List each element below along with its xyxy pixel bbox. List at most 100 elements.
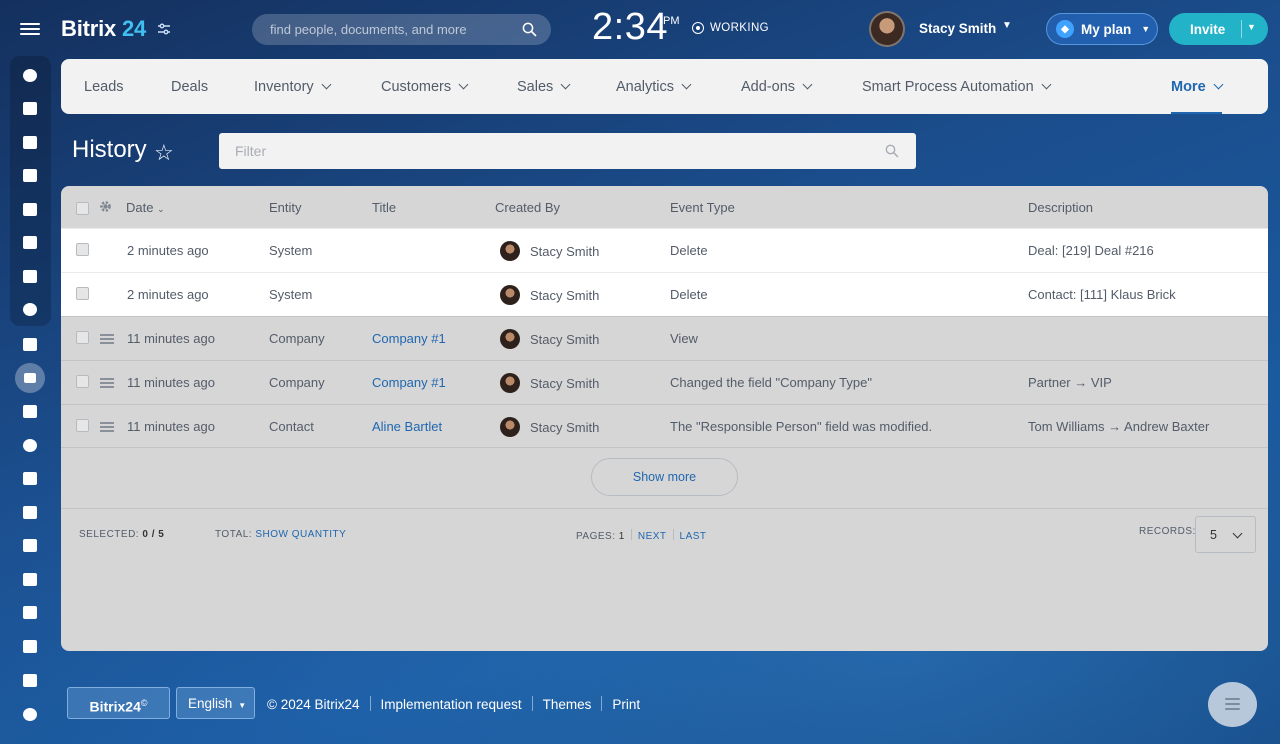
analytics-icon[interactable] (20, 569, 40, 589)
documents-icon[interactable] (20, 199, 40, 219)
search-input[interactable] (270, 14, 510, 45)
table-row[interactable]: 2 minutes ago System Stacy Smith Delete … (61, 272, 1268, 316)
print-link[interactable]: Print (612, 697, 640, 712)
user-name[interactable]: Stacy Smith (919, 21, 996, 36)
nav-item-more[interactable]: More (1171, 59, 1224, 114)
cart-icon[interactable] (20, 468, 40, 488)
cell-entity: System (269, 243, 313, 258)
chat-icon[interactable] (20, 132, 40, 152)
invite-button[interactable]: Invite ▼ (1169, 13, 1268, 45)
row-checkbox[interactable] (76, 375, 89, 388)
nav-item-sales[interactable]: Sales (517, 59, 571, 114)
table-row[interactable]: 11 minutes ago Company Company #1 Stacy … (61, 316, 1268, 360)
column-header-description[interactable]: Description (1028, 200, 1093, 215)
search-icon[interactable] (522, 22, 537, 37)
avatar (500, 241, 520, 261)
row-checkbox[interactable] (76, 419, 89, 432)
cell-event-type: View (670, 331, 698, 346)
cell-title-link[interactable]: Company #1 (372, 331, 446, 346)
tasks-icon[interactable] (20, 98, 40, 118)
nav-item-customers[interactable]: Customers (381, 59, 469, 114)
show-more-button[interactable]: Show more (591, 458, 738, 496)
gear-icon[interactable] (99, 200, 112, 213)
logo-settings-icon[interactable] (157, 22, 171, 36)
records-label: RECORDS: (1139, 526, 1196, 537)
table-row[interactable]: 2 minutes ago System Stacy Smith Delete … (61, 228, 1268, 272)
nav-item-leads[interactable]: Leads (84, 59, 124, 114)
cell-title-link[interactable]: Aline Bartlet (372, 419, 442, 434)
cell-created-by[interactable]: Stacy Smith (530, 244, 599, 259)
row-checkbox[interactable] (76, 331, 89, 344)
records-per-page-select[interactable]: 5 (1195, 516, 1256, 553)
more-down-icon[interactable] (20, 704, 40, 724)
user-avatar[interactable] (869, 11, 905, 47)
nav-item-analytics[interactable]: Analytics (616, 59, 692, 114)
cell-title-link[interactable]: Company #1 (372, 375, 446, 390)
checklist-icon[interactable] (20, 334, 40, 354)
filter-input[interactable] (235, 133, 835, 169)
column-header-date[interactable]: Date ⌄ (126, 200, 165, 215)
column-header-entity[interactable]: Entity (269, 200, 302, 215)
menu-icon[interactable] (20, 20, 40, 38)
column-header-event-type[interactable]: Event Type (670, 200, 735, 215)
show-quantity-link[interactable]: SHOW QUANTITY (255, 529, 346, 540)
invite-caret-icon[interactable]: ▼ (1247, 22, 1256, 32)
chevron-down-icon (1041, 79, 1052, 90)
implementation-request-link[interactable]: Implementation request (381, 697, 522, 712)
chat-widget-button[interactable] (1208, 682, 1257, 727)
column-header-title[interactable]: Title (372, 200, 396, 215)
cell-date: 11 minutes ago (127, 419, 215, 434)
row-checkbox[interactable] (76, 287, 89, 300)
next-page-link[interactable]: NEXT (638, 531, 667, 542)
row-checkbox[interactable] (76, 243, 89, 256)
target-icon[interactable] (20, 435, 40, 455)
themes-link[interactable]: Themes (543, 697, 592, 712)
app-logo[interactable]: Bitrix 24 (61, 16, 146, 42)
clock-time[interactable]: 2:34 (592, 6, 668, 49)
column-header-created-by[interactable]: Created By (495, 200, 560, 215)
last-page-link[interactable]: LAST (680, 531, 707, 542)
sites-icon[interactable] (20, 401, 40, 421)
language-selector[interactable]: English ▼ (176, 687, 255, 719)
drag-handle-icon[interactable] (100, 422, 114, 432)
robot-icon[interactable] (20, 636, 40, 656)
nav-item-deals[interactable]: Deals (171, 59, 208, 114)
search-icon[interactable] (885, 144, 899, 158)
star-icon[interactable]: ☆ (154, 140, 174, 166)
feed-icon[interactable] (20, 65, 40, 85)
sign-icon[interactable] (20, 502, 40, 522)
work-status[interactable]: WORKING (692, 22, 769, 34)
mail-icon[interactable] (20, 266, 40, 286)
contacts-icon[interactable] (20, 299, 40, 319)
table-row[interactable]: 11 minutes ago Company Company #1 Stacy … (61, 360, 1268, 404)
nav-item-smart-process-automation[interactable]: Smart Process Automation (862, 59, 1052, 114)
invite-divider (1241, 20, 1242, 38)
nav-item-inventory[interactable]: Inventory (254, 59, 332, 114)
cell-created-by[interactable]: Stacy Smith (530, 332, 599, 347)
id-card-icon[interactable] (20, 602, 40, 622)
table-row[interactable]: 11 minutes ago Contact Aline Bartlet Sta… (61, 404, 1268, 448)
work-status-label: WORKING (710, 22, 770, 34)
drag-handle-icon[interactable] (100, 334, 114, 344)
cell-created-by[interactable]: Stacy Smith (530, 288, 599, 303)
pen-icon[interactable] (20, 535, 40, 555)
cell-created-by[interactable]: Stacy Smith (530, 376, 599, 391)
drag-handle-icon[interactable] (100, 378, 114, 388)
cell-description: Contact: [111] Klaus Brick (1028, 287, 1176, 302)
diamond-icon: ◆ (1056, 20, 1074, 38)
crm-nav-bar: Leads Deals Inventory Customers Sales An… (61, 59, 1268, 114)
nav-item-add-ons[interactable]: Add-ons (741, 59, 813, 114)
chevron-down-icon (560, 79, 571, 90)
box-icon[interactable] (20, 670, 40, 690)
bitrix24-brand-button[interactable]: Bitrix24© (67, 687, 170, 719)
drive-icon[interactable] (20, 232, 40, 252)
crm-icon[interactable] (15, 363, 45, 393)
calendar-icon[interactable] (20, 165, 40, 185)
user-menu-caret-icon[interactable]: ▼ (1002, 20, 1012, 31)
cell-created-by[interactable]: Stacy Smith (530, 420, 599, 435)
current-page: 1 (618, 531, 625, 542)
select-all-checkbox[interactable] (76, 202, 89, 215)
my-plan-button[interactable]: ◆ My plan ▼ (1046, 13, 1158, 45)
invite-label: Invite (1190, 22, 1226, 37)
sort-caret-icon: ⌄ (157, 204, 165, 214)
